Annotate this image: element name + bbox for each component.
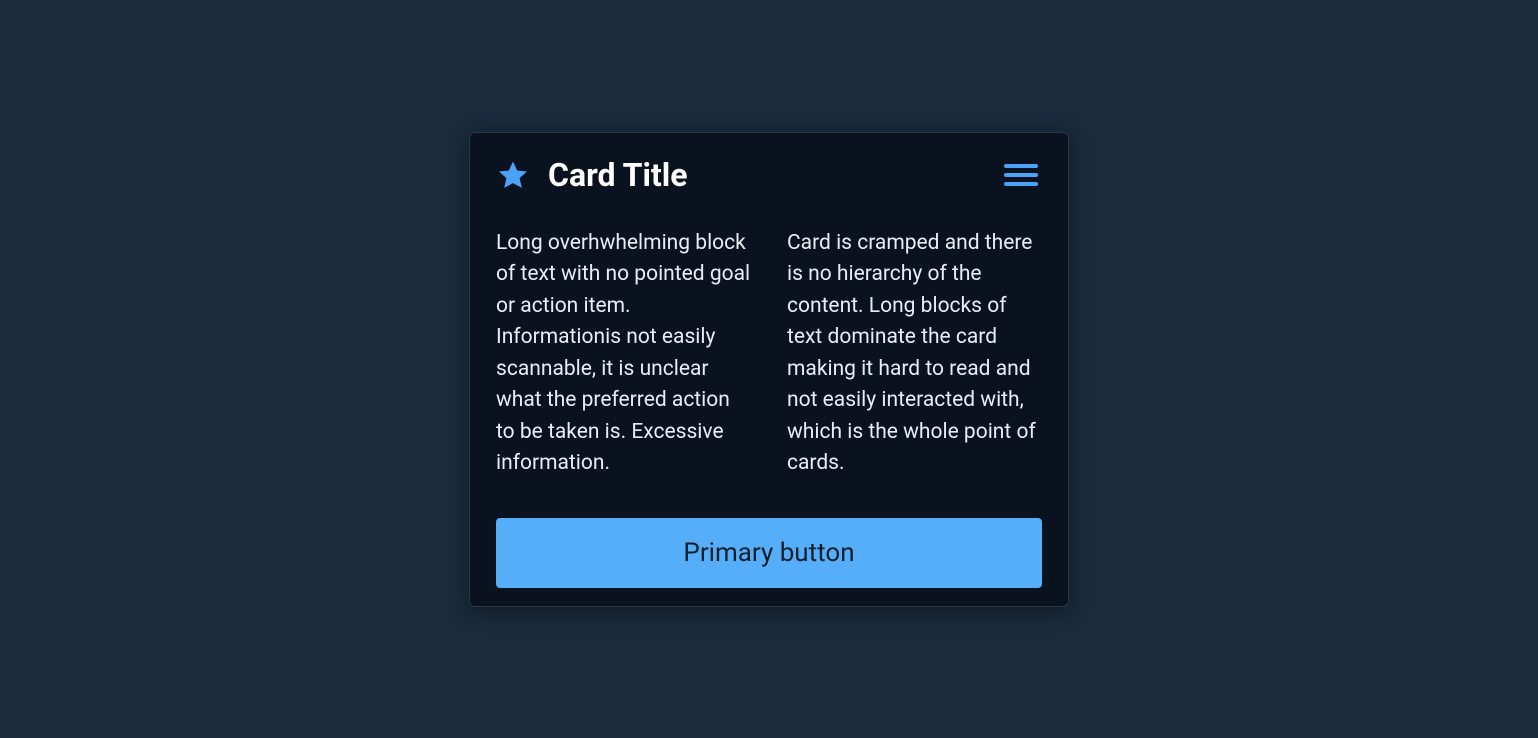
card-body-column-1: Long overhwhelming block of text with no… — [496, 228, 751, 480]
card-title: Card Title — [548, 159, 688, 191]
hamburger-bar — [1004, 173, 1038, 177]
star-icon — [496, 158, 530, 192]
card-body: Long overhwhelming block of text with no… — [496, 228, 1042, 480]
primary-button[interactable]: Primary button — [496, 518, 1042, 588]
card: Card Title Long overhwhelming block of t… — [469, 132, 1069, 607]
card-header: Card Title — [496, 158, 1042, 192]
card-body-column-2: Card is cramped and there is no hierarch… — [787, 228, 1042, 480]
card-header-left: Card Title — [496, 158, 688, 192]
hamburger-bar — [1004, 182, 1038, 186]
menu-button[interactable] — [1000, 160, 1042, 190]
hamburger-bar — [1004, 164, 1038, 168]
